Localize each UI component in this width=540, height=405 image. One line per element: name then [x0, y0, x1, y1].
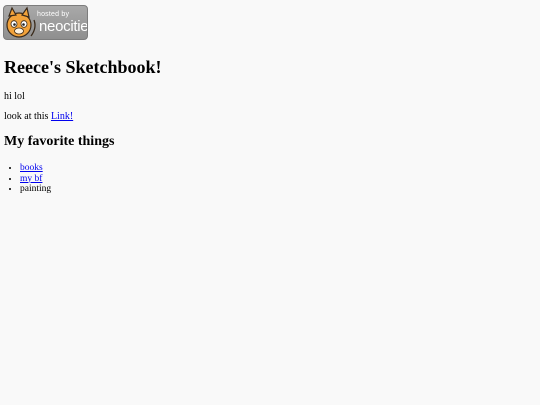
badge-neocities-text: neocities: [39, 18, 88, 35]
page-content: Reece's Sketchbook! hi lol look at this …: [4, 56, 524, 194]
favorites-list: books my bf painting: [4, 163, 51, 195]
books-link[interactable]: books: [20, 163, 43, 173]
painting-text: painting: [20, 184, 52, 194]
look-text: look at this: [4, 111, 51, 122]
page-title: Reece's Sketchbook!: [4, 57, 162, 77]
look-paragraph: look at this Link!: [4, 111, 73, 123]
favorites-heading: My favorite things: [4, 134, 115, 149]
my-bf-link[interactable]: my bf: [20, 174, 42, 184]
greeting-text: hi lol: [4, 91, 25, 102]
neocities-cat-icon: [6, 6, 36, 38]
list-item: painting: [20, 184, 51, 195]
badge-hosted-by-text: hosted by: [37, 11, 70, 18]
hosted-by-neocities-badge[interactable]: hosted by neocities: [3, 5, 88, 40]
list-item: my bf: [20, 174, 51, 185]
link[interactable]: Link!: [51, 111, 73, 122]
list-item: books: [20, 163, 51, 174]
